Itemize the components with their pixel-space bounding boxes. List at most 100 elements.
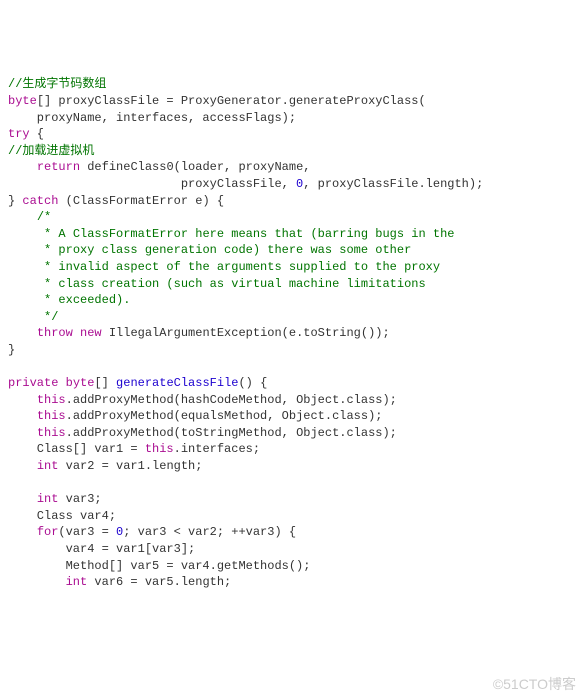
code-token: int	[37, 459, 59, 473]
code-token: return	[37, 160, 80, 174]
code-line: private byte[] generateClassFile() {	[8, 375, 578, 392]
code-line: this.addProxyMethod(hashCodeMethod, Obje…	[8, 392, 578, 409]
code-token: proxyName, interfaces, accessFlags);	[8, 111, 296, 125]
code-token: this	[145, 442, 174, 456]
code-token: ; var3 < var2; ++var3) {	[123, 525, 296, 539]
code-token: //加载进虚拟机	[8, 144, 94, 158]
code-token	[8, 310, 44, 324]
code-token	[8, 575, 66, 589]
code-token	[8, 326, 37, 340]
code-token: .interfaces;	[174, 442, 260, 456]
code-token: int	[66, 575, 88, 589]
code-token: , proxyClassFile.length);	[303, 177, 483, 191]
code-token: proxyClassFile,	[8, 177, 296, 191]
code-token: }	[8, 194, 22, 208]
code-line: int var3;	[8, 491, 578, 508]
code-token: byte	[66, 376, 95, 390]
code-token: {	[30, 127, 44, 141]
code-line: return defineClass0(loader, proxyName,	[8, 159, 578, 176]
code-token: .addProxyMethod(toStringMethod, Object.c…	[66, 426, 397, 440]
code-line: proxyName, interfaces, accessFlags);	[8, 110, 578, 127]
code-line: byte[] proxyClassFile = ProxyGenerator.g…	[8, 93, 578, 110]
code-token: this	[37, 426, 66, 440]
code-token	[8, 525, 37, 539]
code-line: * A ClassFormatError here means that (ba…	[8, 226, 578, 243]
code-token: var2 = var1.length;	[58, 459, 202, 473]
code-token	[73, 326, 80, 340]
code-token	[8, 210, 37, 224]
code-token: //生成字节码数组	[8, 77, 106, 91]
code-line: var4 = var1[var3];	[8, 541, 578, 558]
code-line: proxyClassFile, 0, proxyClassFile.length…	[8, 176, 578, 193]
code-line: Class var4;	[8, 508, 578, 525]
code-token: }	[8, 343, 15, 357]
code-line: //加载进虚拟机	[8, 143, 578, 160]
code-token: new	[80, 326, 102, 340]
code-token: catch	[22, 194, 58, 208]
code-token: byte	[8, 94, 37, 108]
code-token: generateClassFile	[116, 376, 238, 390]
code-line: Method[] var5 = var4.getMethods();	[8, 558, 578, 575]
code-line: }	[8, 342, 578, 359]
code-line: try {	[8, 126, 578, 143]
code-line	[8, 475, 578, 492]
code-line: for(var3 = 0; var3 < var2; ++var3) {	[8, 524, 578, 541]
code-token: Class var4;	[8, 509, 116, 523]
code-token: try	[8, 127, 30, 141]
watermark: ©51CTO博客	[493, 676, 576, 693]
code-line: throw new IllegalArgumentException(e.toS…	[8, 325, 578, 342]
code-token: */	[44, 310, 58, 324]
code-line: */	[8, 309, 578, 326]
code-line: int var2 = var1.length;	[8, 458, 578, 475]
code-token: * invalid aspect of the arguments suppli…	[44, 260, 440, 274]
code-line: } catch (ClassFormatError e) {	[8, 193, 578, 210]
code-line	[8, 358, 578, 375]
code-token: var3;	[58, 492, 101, 506]
code-token: this	[37, 409, 66, 423]
code-token: Method[] var5 = var4.getMethods();	[8, 559, 310, 573]
code-token	[8, 293, 44, 307]
code-token: /*	[37, 210, 51, 224]
code-token	[8, 260, 44, 274]
code-line: this.addProxyMethod(toStringMethod, Obje…	[8, 425, 578, 442]
code-token: Class[] var1 =	[8, 442, 145, 456]
code-token: * exceeded).	[44, 293, 130, 307]
code-token: this	[37, 393, 66, 407]
code-line: * class creation (such as virtual machin…	[8, 276, 578, 293]
code-token	[58, 376, 65, 390]
code-token	[8, 409, 37, 423]
code-token: * class creation (such as virtual machin…	[44, 277, 426, 291]
code-token	[8, 393, 37, 407]
code-token	[8, 277, 44, 291]
code-token: * A ClassFormatError here means that (ba…	[44, 227, 454, 241]
code-line: Class[] var1 = this.interfaces;	[8, 441, 578, 458]
code-line: * exceeded).	[8, 292, 578, 309]
code-token	[8, 492, 37, 506]
code-token: * proxy class generation code) there was…	[44, 243, 411, 257]
code-token: .addProxyMethod(equalsMethod, Object.cla…	[66, 409, 383, 423]
code-token: private	[8, 376, 58, 390]
code-token: var6 = var5.length;	[87, 575, 231, 589]
code-token	[8, 227, 44, 241]
code-line: //生成字节码数组	[8, 76, 578, 93]
code-token: defineClass0(loader, proxyName,	[80, 160, 310, 174]
code-line: * invalid aspect of the arguments suppli…	[8, 259, 578, 276]
code-token: (var3 =	[58, 525, 116, 539]
code-token	[8, 459, 37, 473]
code-line: * proxy class generation code) there was…	[8, 242, 578, 259]
code-token: (ClassFormatError e) {	[58, 194, 224, 208]
code-token: throw	[37, 326, 73, 340]
code-token: var4 = var1[var3];	[8, 542, 195, 556]
code-token	[8, 243, 44, 257]
code-token: IllegalArgumentException(e.toString());	[102, 326, 390, 340]
code-token	[8, 426, 37, 440]
code-token: []	[94, 376, 116, 390]
code-line: /*	[8, 209, 578, 226]
code-line: this.addProxyMethod(equalsMethod, Object…	[8, 408, 578, 425]
code-token: int	[37, 492, 59, 506]
code-token: [] proxyClassFile = ProxyGenerator.gener…	[37, 94, 426, 108]
code-token: for	[37, 525, 59, 539]
code-token: () {	[238, 376, 267, 390]
code-token	[8, 160, 37, 174]
code-token: .addProxyMethod(hashCodeMethod, Object.c…	[66, 393, 397, 407]
